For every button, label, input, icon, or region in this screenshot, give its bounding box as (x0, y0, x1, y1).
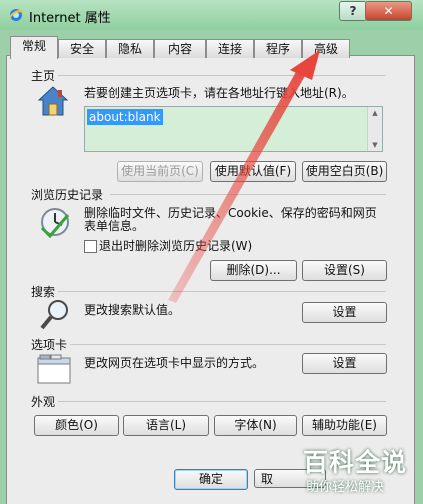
internet-explorer-icon (9, 9, 24, 21)
tabs-settings-button[interactable]: 设置 (302, 353, 387, 374)
history-settings-button[interactable]: 设置(S) (302, 260, 387, 281)
search-divider (58, 291, 386, 292)
history-divider (110, 194, 386, 195)
history-group-title: 浏览历史记录 (31, 188, 104, 202)
watermark-slogan: 助你轻松解决 (306, 480, 385, 495)
homepage-divider (58, 75, 386, 76)
languages-button[interactable]: 语言(L) (123, 415, 209, 436)
appearance-group-title: 外观 (31, 395, 56, 409)
tab-content[interactable]: 内容 (154, 39, 206, 58)
help-button[interactable]: ? (339, 1, 367, 21)
tabbed-window-icon (37, 354, 71, 384)
watermark-brand: 百科全说 (303, 448, 408, 477)
search-description: 更改搜索默认值。 (84, 303, 181, 317)
house-icon (37, 86, 69, 116)
homepage-url-textarea[interactable]: about:blank ▲ ▼ (84, 106, 383, 152)
close-button[interactable]: ✕ (365, 1, 412, 21)
scroll-down-icon[interactable]: ▼ (368, 141, 382, 149)
use-default-button[interactable]: 使用默认值(F) (210, 161, 296, 182)
tab-security[interactable]: 安全 (58, 39, 106, 58)
accessibility-button[interactable]: 辅助功能(E) (302, 415, 387, 436)
textarea-scrollbar[interactable]: ▲ ▼ (367, 107, 382, 151)
tab-connections[interactable]: 连接 (206, 39, 254, 58)
search-settings-button[interactable]: 设置 (302, 302, 387, 323)
use-current-page-button[interactable]: 使用当前页(C) (117, 161, 203, 182)
tab-general[interactable]: 常规 (10, 36, 58, 59)
colors-button[interactable]: 颜色(O) (34, 415, 119, 436)
magnifier-icon (40, 300, 68, 330)
use-blank-button[interactable]: 使用空白页(B) (302, 161, 387, 182)
title-bar: Internet 属性 ? ✕ (0, 0, 423, 30)
history-clock-icon (40, 208, 70, 239)
tab-advanced[interactable]: 高级 (302, 39, 350, 58)
tabs-description: 更改网页在选项卡中显示的方式。 (84, 356, 265, 370)
homepage-group-title: 主页 (31, 69, 56, 83)
window-title: Internet 属性 (29, 11, 111, 26)
tab-programs[interactable]: 程序 (254, 39, 302, 58)
delete-history-button[interactable]: 删除(D)... (210, 260, 297, 281)
tab-privacy[interactable]: 隐私 (106, 39, 154, 58)
appearance-divider (58, 401, 386, 402)
homepage-url-value: about:blank (87, 109, 163, 125)
delete-history-on-exit-label: 退出时删除浏览历史记录(W) (99, 239, 253, 253)
fonts-button[interactable]: 字体(N) (214, 415, 297, 436)
ok-button[interactable]: 确定 (174, 469, 248, 490)
internet-properties-dialog: Internet 属性 ? ✕ 常规 安全 隐私 内容 连接 程序 高级 主页 … (0, 0, 423, 504)
delete-history-on-exit-checkbox[interactable] (84, 240, 97, 253)
tabs-divider (70, 344, 386, 345)
scroll-up-icon[interactable]: ▲ (368, 109, 382, 117)
homepage-description: 若要创建主页选项卡，请在各地址行键入地址(R)。 (84, 86, 354, 100)
history-description-line2: 表单信息。 (84, 219, 145, 233)
tabs-group-title: 选项卡 (31, 338, 68, 352)
